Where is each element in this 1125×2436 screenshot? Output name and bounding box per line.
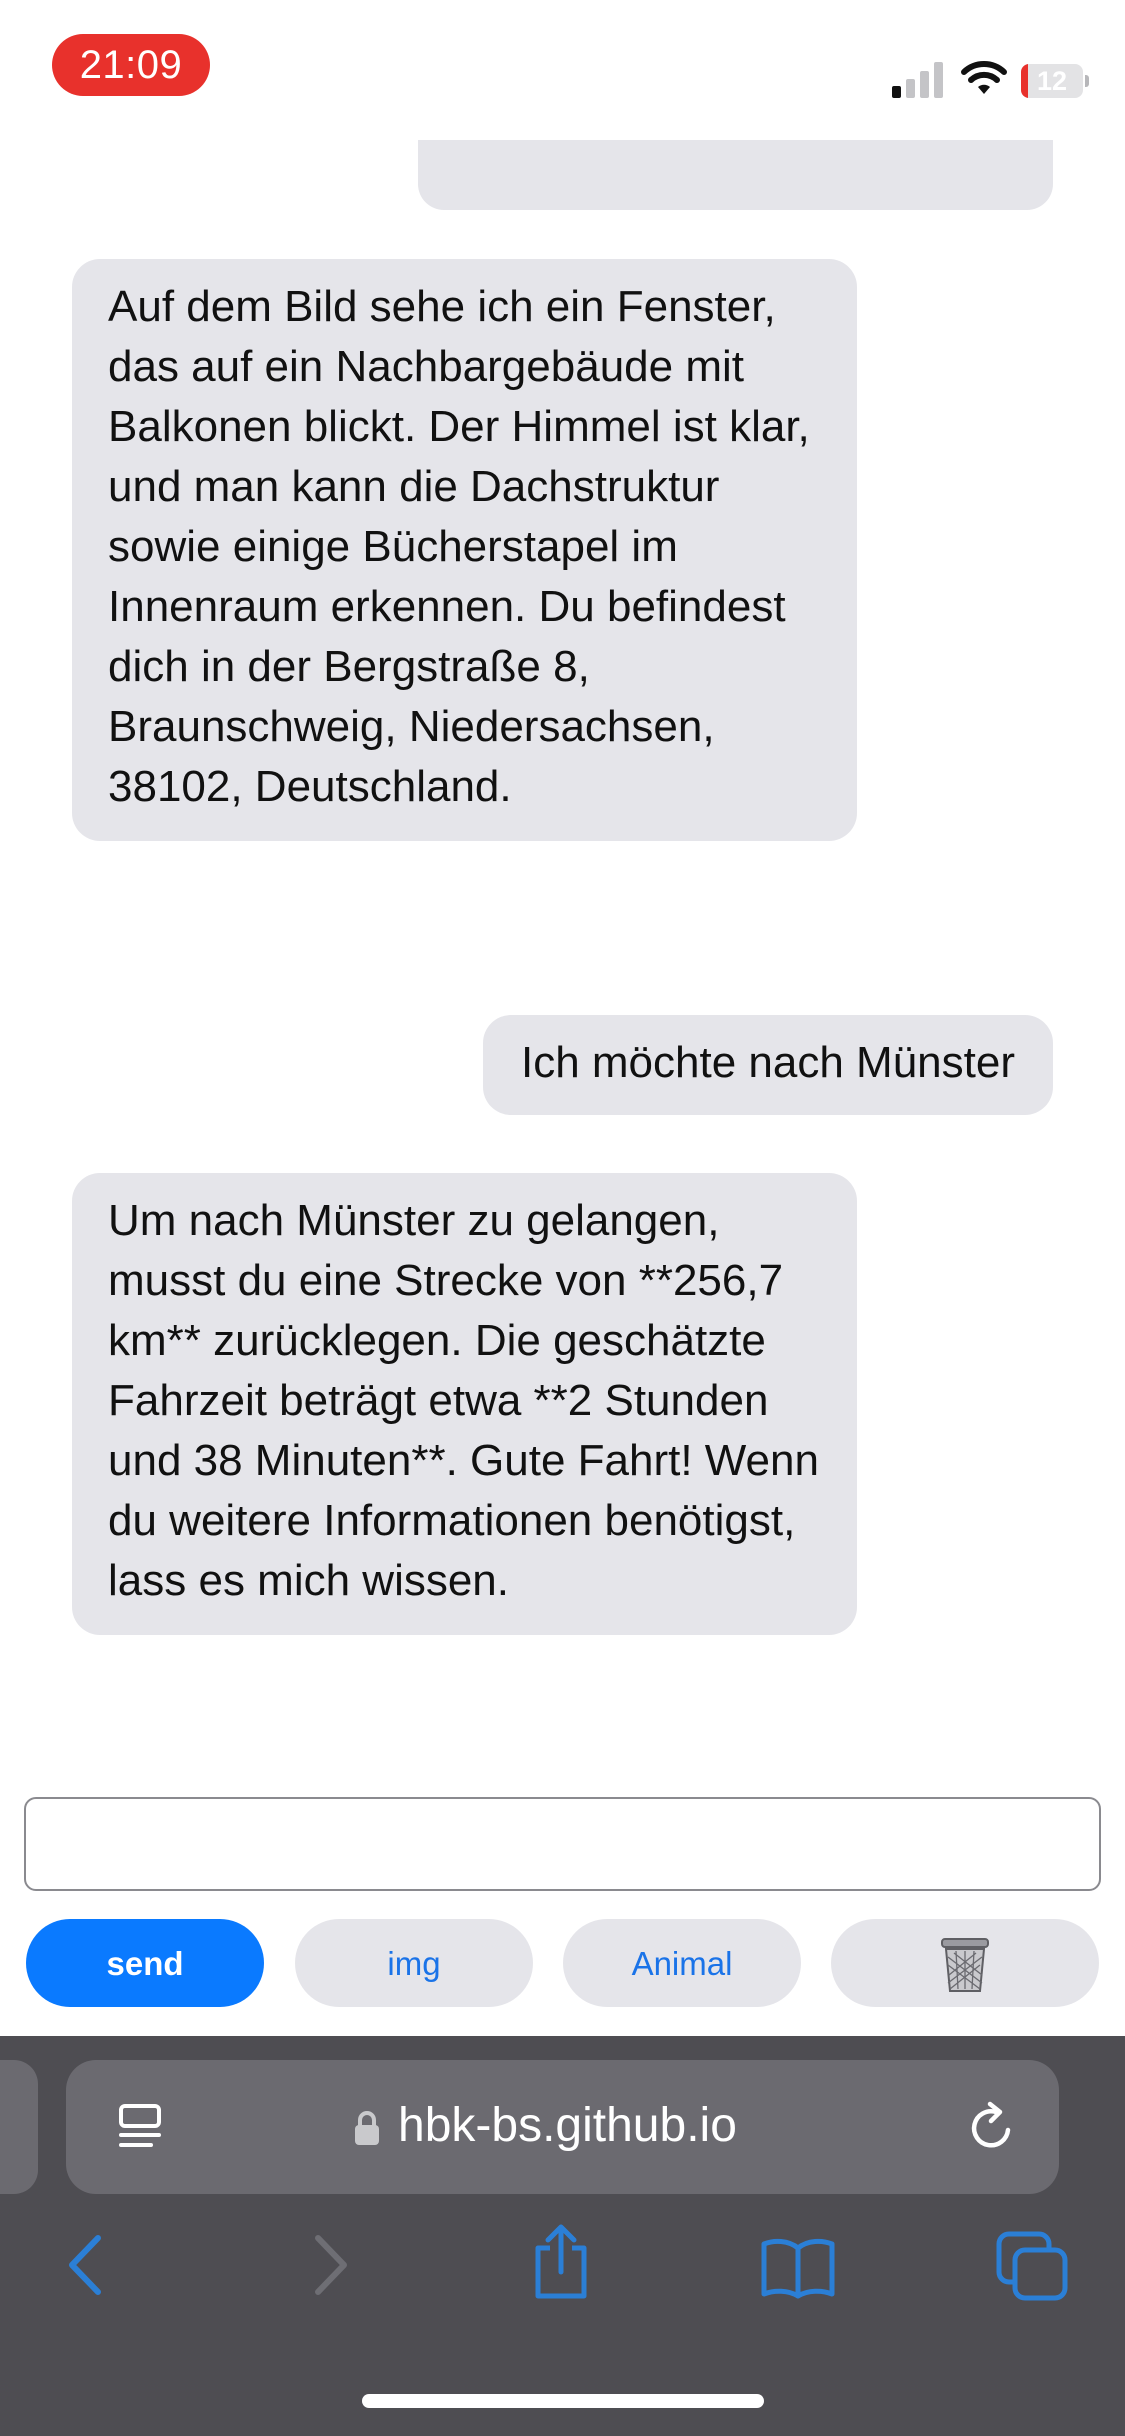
trash-icon bbox=[941, 1938, 989, 1992]
reader-icon[interactable] bbox=[116, 2102, 166, 2152]
share-icon[interactable] bbox=[526, 2222, 596, 2300]
home-indicator[interactable] bbox=[362, 2394, 764, 2408]
address-bar[interactable]: hbk-bs.github.io bbox=[66, 2060, 1059, 2194]
assistant-message-text: Auf dem Bild sehe ich ein Fenster, das a… bbox=[108, 282, 810, 811]
battery-icon: 12 bbox=[1021, 64, 1091, 98]
assistant-message-text: Um nach Münster zu gelangen, musst du ei… bbox=[108, 1196, 819, 1605]
bookmarks-icon[interactable] bbox=[760, 2234, 836, 2300]
cellular-signal-icon bbox=[892, 62, 943, 98]
clear-chat-button[interactable] bbox=[831, 1919, 1099, 2007]
back-icon[interactable] bbox=[62, 2232, 110, 2298]
status-bar: 21:09 12 bbox=[0, 0, 1125, 140]
battery-level: 12 bbox=[1036, 66, 1068, 96]
assistant-message-bubble: Auf dem Bild sehe ich ein Fenster, das a… bbox=[72, 259, 857, 841]
url-text[interactable]: hbk-bs.github.io bbox=[398, 2096, 737, 2156]
user-message-bubble: Ich möchte nach Münster bbox=[482, 1015, 1053, 1115]
send-button[interactable]: send bbox=[26, 1919, 264, 2007]
assistant-message-bubble: Um nach Münster zu gelangen, musst du ei… bbox=[72, 1173, 857, 1635]
user-message-text: Ich möchte nach Münster bbox=[520, 1038, 1015, 1087]
status-time[interactable]: 21:09 bbox=[52, 34, 210, 96]
lock-icon bbox=[355, 2111, 379, 2145]
reload-icon[interactable] bbox=[966, 2100, 1018, 2154]
tabs-icon[interactable] bbox=[995, 2230, 1071, 2302]
forward-icon[interactable] bbox=[306, 2232, 354, 2298]
adjacent-tab-preview[interactable] bbox=[0, 2060, 38, 2194]
wifi-icon bbox=[961, 61, 1007, 94]
animal-button[interactable]: Animal bbox=[563, 1919, 801, 2007]
img-button[interactable]: img bbox=[295, 1919, 533, 2007]
chat-log[interactable]: Auf dem Bild sehe ich ein Fenster, das a… bbox=[0, 140, 1125, 1770]
previous-message-bubble bbox=[418, 140, 1053, 210]
message-input[interactable] bbox=[24, 1797, 1101, 1891]
